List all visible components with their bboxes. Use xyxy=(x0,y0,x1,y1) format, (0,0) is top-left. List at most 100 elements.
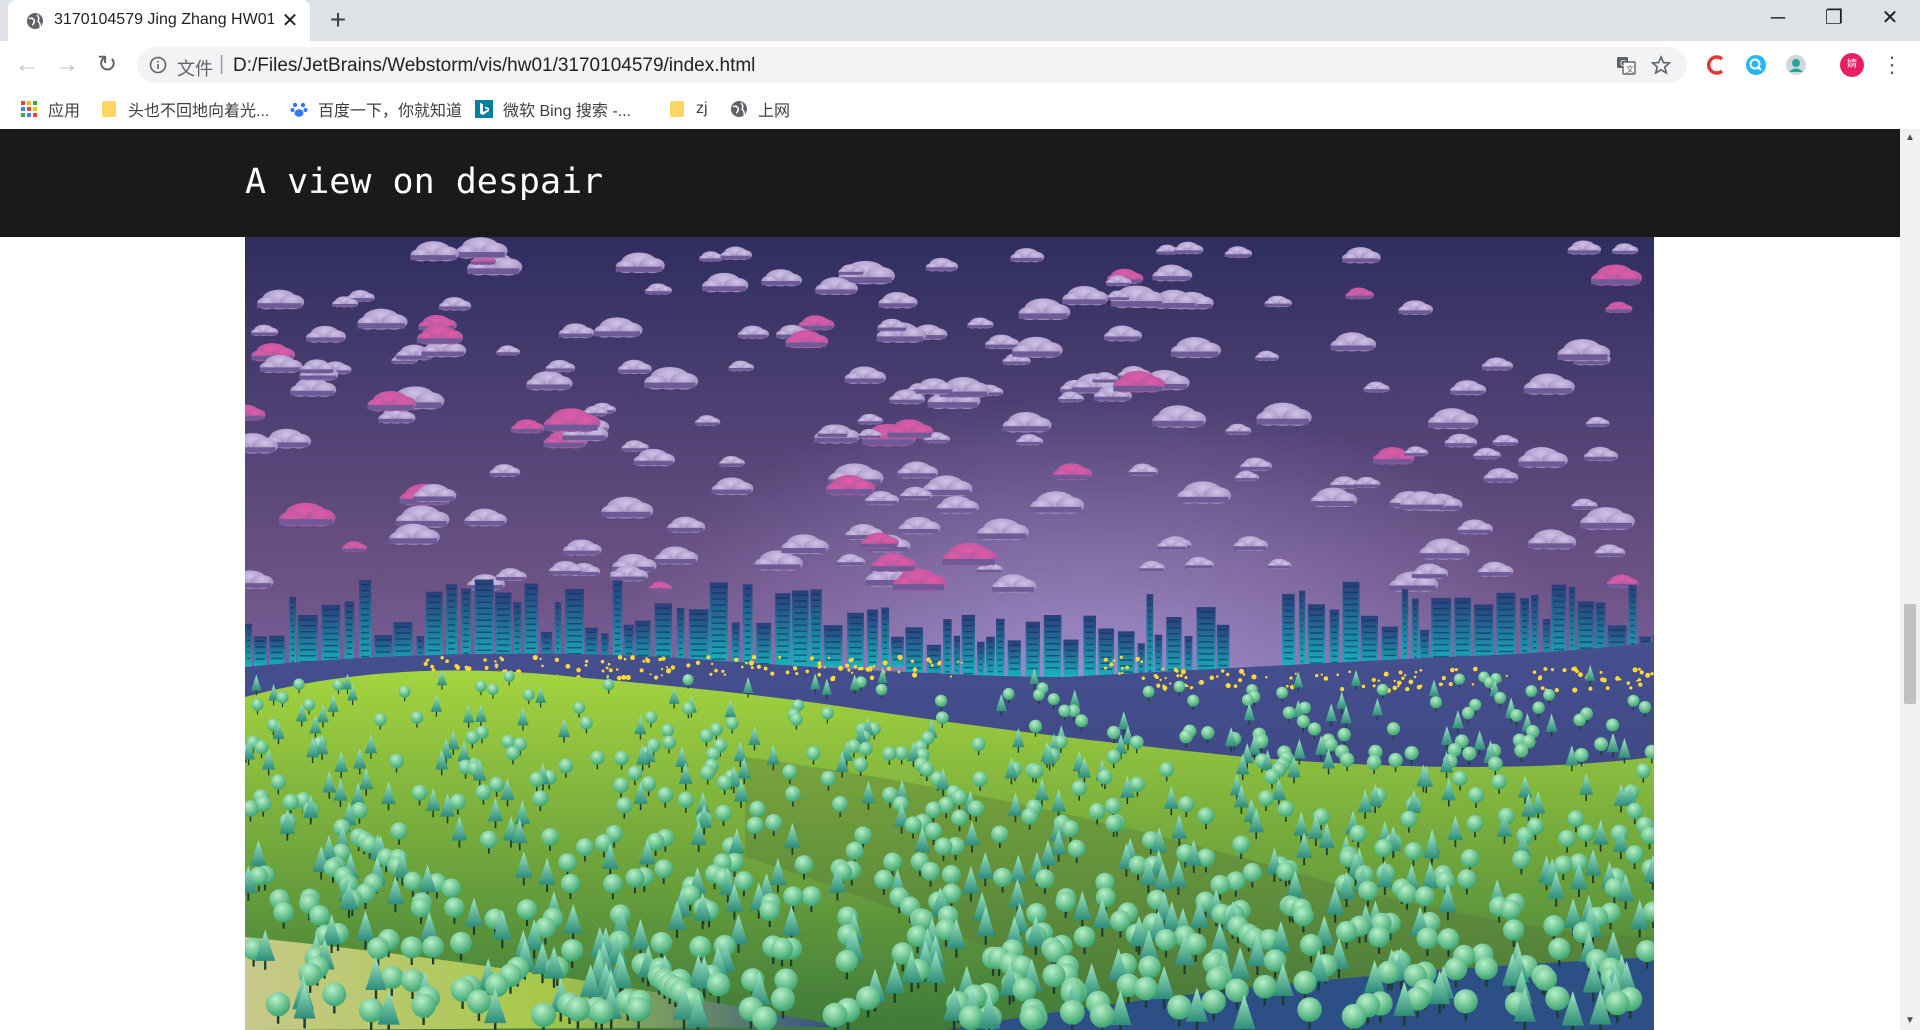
security-chip-label[interactable]: 文件 xyxy=(177,55,213,81)
building-windows xyxy=(744,636,751,638)
light-dot xyxy=(938,660,942,665)
extension-blue-icon[interactable] xyxy=(1744,53,1768,77)
bookmark-baidu[interactable]: 百度一下，你就知道 xyxy=(290,97,462,121)
minimize-button[interactable]: ─ xyxy=(1750,0,1806,36)
profile-avatar[interactable]: 婧 xyxy=(1840,53,1864,77)
scroll-down-icon[interactable]: ▼ xyxy=(1900,1012,1920,1030)
light-dot xyxy=(1416,684,1422,690)
building-windows xyxy=(777,621,789,623)
building-windows xyxy=(1331,637,1338,640)
light-dot xyxy=(823,666,826,669)
light-dot xyxy=(1242,673,1246,676)
building-windows xyxy=(427,619,441,622)
light-dot xyxy=(793,666,798,671)
building-windows xyxy=(497,620,510,622)
building-windows xyxy=(945,635,950,637)
building-windows xyxy=(361,643,370,646)
building-windows xyxy=(744,654,751,656)
building-windows xyxy=(361,619,370,622)
building xyxy=(810,589,822,667)
building-windows xyxy=(1533,647,1537,649)
building-windows xyxy=(1027,655,1038,658)
light-dot xyxy=(1629,686,1633,690)
building-windows xyxy=(1148,640,1152,642)
extension-red-icon[interactable] xyxy=(1704,53,1728,77)
building-windows xyxy=(711,646,726,648)
building-windows xyxy=(793,612,807,614)
light-dot xyxy=(1454,668,1458,672)
building-windows xyxy=(476,589,492,591)
svg-text:文: 文 xyxy=(1626,64,1634,74)
building-windows xyxy=(1344,645,1358,648)
light-dot xyxy=(695,660,701,665)
building-windows xyxy=(656,637,670,639)
building-windows xyxy=(1045,661,1060,663)
building-windows xyxy=(1362,619,1376,622)
vertical-scrollbar[interactable]: ▲ ▼ xyxy=(1900,129,1920,1030)
building-windows xyxy=(1433,619,1449,622)
light-dot xyxy=(910,659,915,663)
light-dot xyxy=(1176,674,1180,678)
building-windows xyxy=(711,598,726,600)
extension-green-icon[interactable] xyxy=(1784,53,1808,77)
forward-button[interactable]: → xyxy=(52,50,82,80)
back-button[interactable]: ← xyxy=(12,50,42,80)
building-windows xyxy=(656,649,670,651)
light-dot xyxy=(464,665,469,670)
building-windows xyxy=(614,650,621,652)
building-windows xyxy=(1456,619,1469,622)
browser-menu-icon[interactable]: ⋮ xyxy=(1880,50,1904,80)
new-tab-button[interactable]: + xyxy=(324,6,352,34)
building-windows xyxy=(883,635,888,637)
close-window-button[interactable]: ✕ xyxy=(1862,0,1918,36)
building-windows xyxy=(1553,642,1565,645)
building-windows xyxy=(1100,644,1113,646)
bookmark-bing[interactable]: 微软 Bing 搜索 -... xyxy=(475,97,631,121)
reload-button[interactable]: ↻ xyxy=(92,50,122,80)
building-windows xyxy=(1198,629,1214,631)
building-windows xyxy=(1433,631,1449,634)
light-dot xyxy=(616,675,622,681)
building-windows xyxy=(1579,623,1593,625)
building-windows xyxy=(1533,605,1537,607)
scrollbar-thumb[interactable] xyxy=(1904,604,1916,704)
tab-close-icon[interactable]: ✕ xyxy=(278,9,302,33)
light-dot xyxy=(483,658,487,662)
info-icon[interactable] xyxy=(149,56,167,74)
light-dot xyxy=(630,655,635,661)
building-windows xyxy=(1156,644,1161,647)
building-windows xyxy=(1344,627,1358,630)
bookmark-folder[interactable]: 头也不回地向着光... xyxy=(100,97,269,121)
building-windows xyxy=(1065,655,1077,658)
building-windows xyxy=(849,628,862,631)
building-windows xyxy=(526,587,537,590)
light-dot xyxy=(1175,669,1179,673)
building-windows xyxy=(1553,600,1565,603)
bookmark-star-icon[interactable] xyxy=(1651,55,1671,75)
building-windows xyxy=(869,661,877,664)
light-dot xyxy=(1505,674,1508,677)
building-windows xyxy=(1597,612,1604,614)
building-windows xyxy=(255,658,265,660)
address-bar[interactable]: 文件 | D:/Files/JetBrains/Webstorm/vis/hw0… xyxy=(137,47,1687,83)
url-text[interactable]: D:/Files/JetBrains/Webstorm/vis/hw01/317… xyxy=(233,55,755,77)
light-dot xyxy=(495,665,498,669)
bookmark-apps[interactable]: 应用 xyxy=(20,97,80,121)
building-windows xyxy=(1579,629,1593,631)
building-windows xyxy=(1198,653,1214,655)
scroll-up-icon[interactable]: ▲ xyxy=(1900,129,1920,147)
building-windows xyxy=(427,607,441,610)
restore-button[interactable]: ❐ xyxy=(1806,0,1862,36)
light-dot xyxy=(1233,684,1238,688)
building-windows xyxy=(346,611,353,613)
building-windows xyxy=(869,613,877,616)
building-windows xyxy=(1630,625,1635,627)
bookmark-shangwang[interactable]: 上网 xyxy=(730,97,790,121)
light-dot xyxy=(1121,667,1124,670)
building-windows xyxy=(678,623,683,626)
translate-icon[interactable]: G 文 xyxy=(1616,55,1636,75)
building-windows xyxy=(678,629,683,632)
browser-tab[interactable]: 3170104579 Jing Zhang HW01 ✕ xyxy=(8,0,310,41)
light-dot xyxy=(1408,679,1414,685)
bookmark-folder-zj[interactable]: zj xyxy=(668,97,708,121)
